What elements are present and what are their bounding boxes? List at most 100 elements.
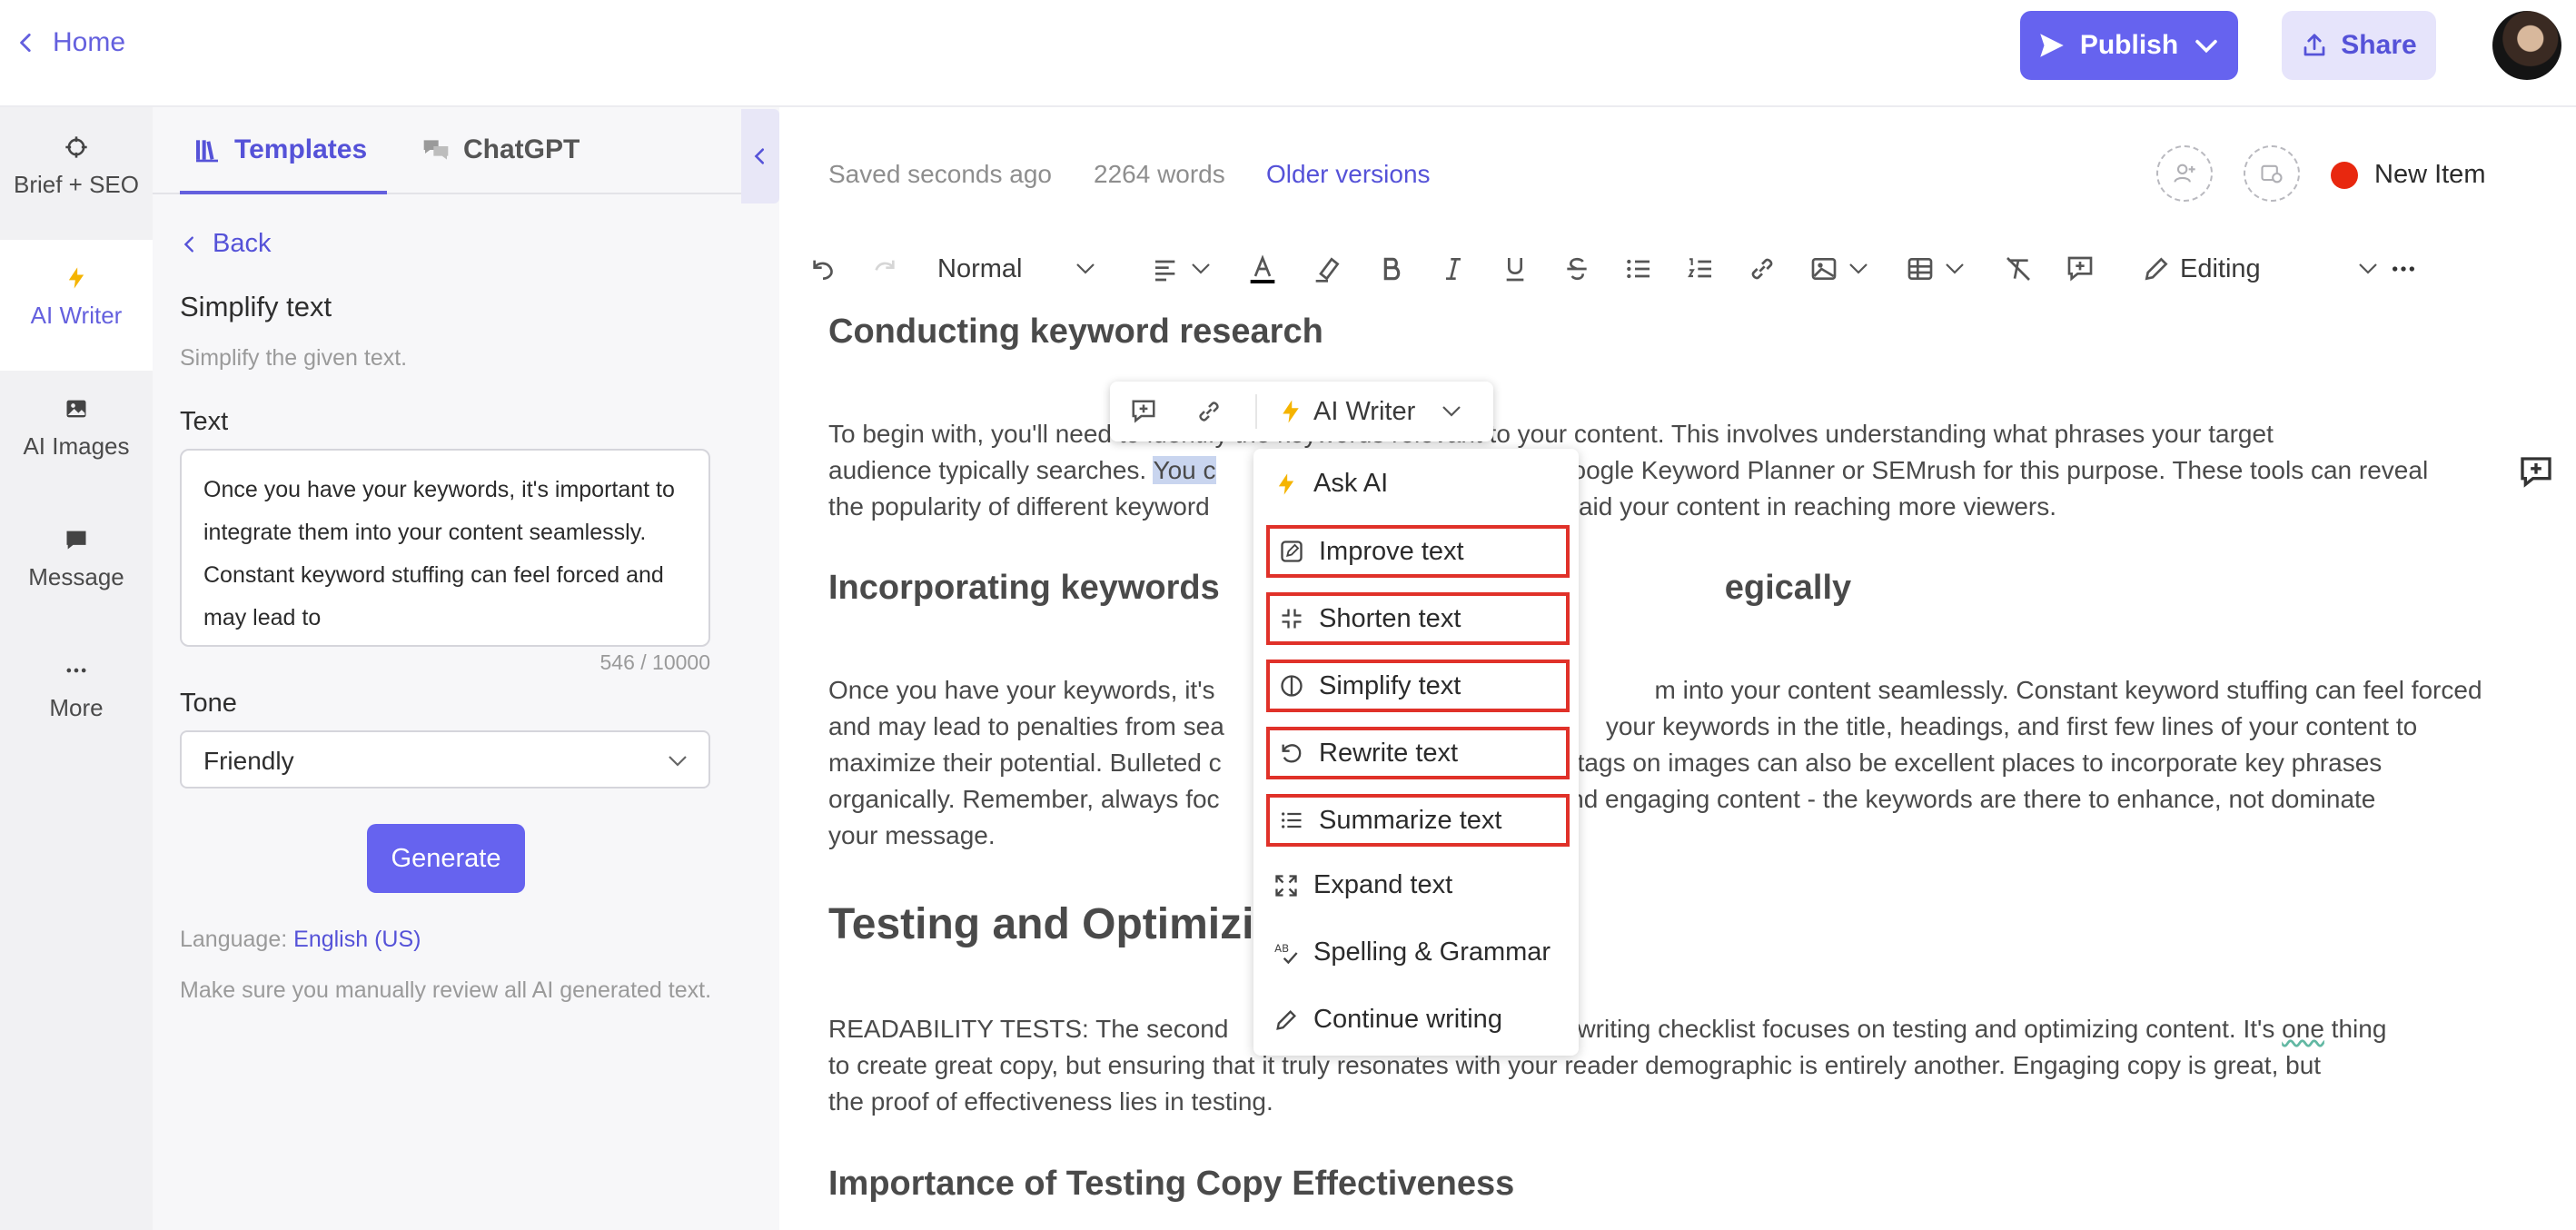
rail-item-label: Message bbox=[28, 563, 124, 590]
language-setting: Language: English (US) bbox=[180, 927, 421, 953]
editing-mode-select[interactable]: Editing bbox=[2142, 253, 2387, 285]
undo-button[interactable] bbox=[808, 253, 837, 285]
rail-item-ai-writer[interactable]: AI Writer bbox=[0, 240, 153, 371]
doc-heading-testing[interactable]: Testing and Optimizi bbox=[828, 899, 2491, 949]
numbered-list-button[interactable] bbox=[1686, 253, 1715, 285]
edit-square-icon bbox=[1281, 541, 1303, 562]
doc-paragraph[interactable]: To begin with, you'll need to identify t… bbox=[828, 416, 2491, 525]
redo-button[interactable] bbox=[870, 253, 899, 285]
doc-heading-importance[interactable]: Importance of Testing Copy Effectiveness bbox=[828, 1165, 2491, 1204]
lightning-icon bbox=[68, 267, 84, 289]
link-button[interactable] bbox=[1748, 253, 1777, 285]
rail-item-brief-seo[interactable]: Brief + SEO bbox=[0, 134, 153, 199]
comment-add-icon bbox=[2067, 256, 2093, 282]
rail-item-label: AI Images bbox=[23, 432, 130, 460]
doc-text: and may lead to penalties from sea bbox=[828, 712, 1224, 740]
rail-item-message[interactable]: Message bbox=[0, 527, 153, 591]
tab-templates[interactable]: Templates bbox=[193, 134, 367, 165]
doc-text: and engaging content - the keywords are … bbox=[1555, 785, 2376, 813]
tone-select[interactable]: Friendly bbox=[180, 730, 710, 789]
pencil-icon bbox=[2145, 257, 2168, 281]
rail-item-ai-images[interactable]: AI Images bbox=[0, 396, 153, 461]
tab-chatgpt[interactable]: ChatGPT bbox=[421, 134, 580, 165]
menu-item-shorten-text[interactable]: Shorten text bbox=[1266, 592, 1570, 645]
expand-icon bbox=[1275, 874, 1297, 897]
doc-line: audience typically searches. You c oogle … bbox=[828, 452, 2491, 489]
doc-line: maximize their potential. Bulleted c tags… bbox=[828, 745, 2491, 781]
text-style-select[interactable]: Normal bbox=[937, 253, 1119, 285]
underline-button[interactable] bbox=[1501, 253, 1530, 285]
bubble-ai-writer-button[interactable]: AI Writer bbox=[1277, 394, 1462, 429]
bubble-separator bbox=[1255, 394, 1257, 429]
highlight-button[interactable] bbox=[1313, 253, 1342, 285]
publish-button[interactable]: Publish bbox=[2020, 11, 2238, 80]
align-left-icon bbox=[1155, 260, 1175, 282]
table-icon bbox=[1907, 258, 1933, 280]
avatar[interactable] bbox=[2492, 11, 2561, 80]
doc-paragraph[interactable]: READABILITY TESTS: The second ywriting ch… bbox=[828, 1011, 2491, 1120]
menu-item-improve-text[interactable]: Improve text bbox=[1266, 525, 1570, 578]
bubble-link-button[interactable] bbox=[1195, 394, 1223, 429]
back-link[interactable]: Back bbox=[180, 229, 271, 259]
doc-heading-keyword-research[interactable]: Conducting keyword research bbox=[828, 312, 2491, 352]
tone-value: Friendly bbox=[203, 747, 294, 775]
comment-add-icon[interactable] bbox=[2518, 454, 2554, 491]
older-versions-link[interactable]: Older versions bbox=[1266, 160, 1431, 189]
language-link[interactable]: English (US) bbox=[293, 927, 421, 952]
item-status[interactable]: New Item bbox=[2331, 160, 2485, 190]
dots-icon bbox=[66, 668, 86, 673]
menu-item-ask-ai[interactable]: Ask AI bbox=[1273, 469, 1388, 499]
upload-icon bbox=[2304, 34, 2325, 56]
add-comment-button[interactable] bbox=[2066, 253, 2095, 285]
selection-bubble-toolbar: AI Writer bbox=[1110, 382, 1493, 441]
menu-item-expand-text[interactable]: Expand text bbox=[1273, 870, 1452, 900]
clear-format-button[interactable] bbox=[2004, 253, 2033, 285]
bullet-list-icon bbox=[1627, 259, 1650, 279]
table-button[interactable] bbox=[1906, 253, 1966, 285]
menu-item-summarize-text[interactable]: Summarize text bbox=[1266, 794, 1570, 847]
text-input[interactable]: Once you have your keywords, it's import… bbox=[180, 449, 710, 647]
rail-item-more[interactable]: More bbox=[0, 658, 153, 722]
word-count: 2264 words bbox=[1094, 160, 1225, 188]
language-prefix: Language: bbox=[180, 927, 288, 952]
spelling-flagged-word[interactable]: one bbox=[2282, 1015, 2324, 1043]
formatting-toolbar: Normal Editing bbox=[808, 243, 2534, 294]
home-label: Home bbox=[53, 27, 126, 57]
shrink-icon bbox=[1282, 609, 1302, 629]
doc-heading-incorporating[interactable]: Incorporating keywords egically bbox=[828, 569, 2491, 608]
add-user-icon bbox=[2174, 164, 2195, 183]
template-subtitle: Simplify the given text. bbox=[180, 345, 408, 371]
text-color-button[interactable] bbox=[1248, 253, 1277, 285]
italic-button[interactable] bbox=[1439, 253, 1468, 285]
share-button[interactable]: Share bbox=[2282, 11, 2436, 80]
spellcheck-icon: AB bbox=[1274, 941, 1298, 964]
schedule-button[interactable] bbox=[2244, 145, 2300, 202]
align-button[interactable] bbox=[1152, 253, 1212, 285]
collapse-panel-button[interactable] bbox=[741, 109, 779, 203]
bullet-list-button[interactable] bbox=[1624, 253, 1653, 285]
strikethrough-button[interactable] bbox=[1562, 253, 1591, 285]
home-link[interactable]: Home bbox=[15, 27, 125, 58]
doc-text: maximize their potential. Bulleted c bbox=[828, 749, 1222, 777]
menu-item-continue-writing[interactable]: Continue writing bbox=[1273, 1005, 1502, 1035]
doc-text: audience typically searches. bbox=[828, 456, 1147, 484]
rail-item-label: More bbox=[49, 694, 104, 721]
menu-item-spelling-grammar[interactable]: AB Spelling & Grammar bbox=[1273, 937, 1551, 967]
doc-text: might aid your content in reaching more … bbox=[1509, 492, 2057, 521]
image-button[interactable] bbox=[1809, 253, 1869, 285]
doc-paragraph[interactable]: Once you have your keywords, it's m into … bbox=[828, 672, 2491, 854]
bold-button[interactable] bbox=[1377, 253, 1406, 285]
menu-item-rewrite-text[interactable]: Rewrite text bbox=[1266, 727, 1570, 779]
chevron-left-icon bbox=[20, 33, 31, 53]
bubble-comment-button[interactable] bbox=[1130, 394, 1157, 429]
add-collaborator-button[interactable] bbox=[2156, 145, 2213, 202]
doc-text: ywriting checklist focuses on testing an… bbox=[1564, 1015, 2275, 1043]
bubble-ai-writer-label: AI Writer bbox=[1313, 396, 1416, 426]
menu-item-simplify-text[interactable]: Simplify text bbox=[1266, 660, 1570, 712]
selected-text: You c bbox=[1153, 456, 1216, 484]
doc-text: READABILITY TESTS: The second bbox=[828, 1015, 1229, 1043]
active-tab-indicator bbox=[180, 191, 387, 194]
more-options-button[interactable] bbox=[2389, 253, 2418, 285]
generate-button[interactable]: Generate bbox=[367, 824, 525, 893]
doc-line: To begin with, you'll need to identify t… bbox=[828, 420, 2274, 448]
